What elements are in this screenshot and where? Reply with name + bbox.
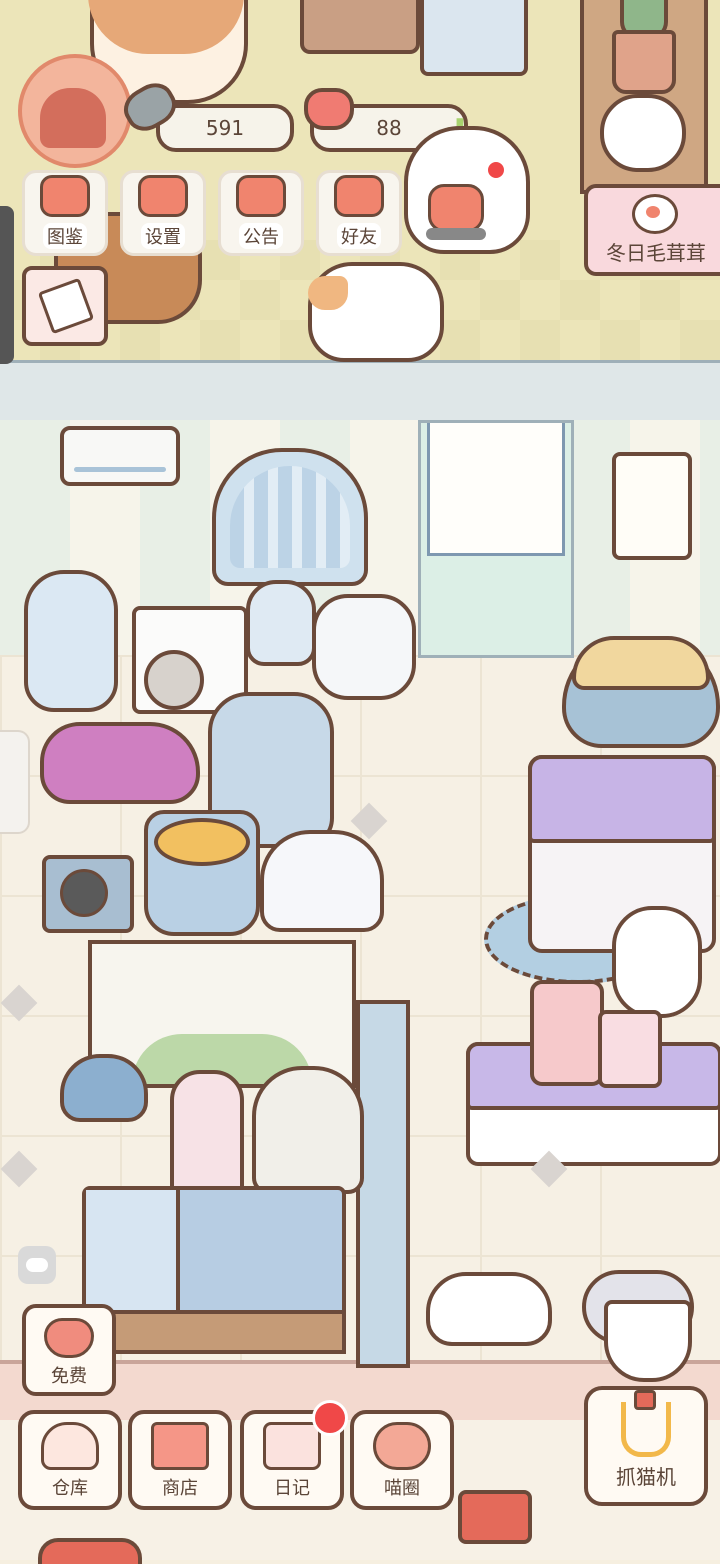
fish-currency-counter: 591 — [156, 104, 294, 152]
white-bear-cat[interactable] — [612, 906, 702, 1018]
flower-frieze — [0, 360, 720, 426]
apple-basket — [38, 1538, 142, 1564]
notification-dot — [486, 160, 506, 180]
robot-lamp[interactable] — [246, 580, 316, 666]
heart-gift-button[interactable] — [414, 170, 494, 250]
friends-button[interactable]: 好友 — [316, 170, 402, 256]
ice-bear-statue[interactable] — [24, 570, 118, 712]
collection-button[interactable]: 图鉴 — [22, 170, 108, 256]
free-reward-button[interactable]: 免费 — [22, 1304, 116, 1396]
heart-currency-value: 88 — [376, 116, 402, 140]
heart-icon — [44, 1318, 94, 1358]
carp-kite — [458, 1490, 532, 1544]
shop-button[interactable]: 商店 — [128, 1410, 232, 1510]
free-label: 免费 — [51, 1366, 87, 1387]
cat-face-icon — [40, 175, 90, 217]
hand-heart-icon — [428, 184, 484, 232]
friends-icon — [334, 175, 384, 217]
elephant-water-dispenser[interactable] — [312, 594, 416, 700]
claw-machine-label: 抓猫机 — [616, 1465, 676, 1489]
sleeping-white-cat[interactable] — [426, 1272, 552, 1346]
settings-label: 设置 — [141, 223, 185, 249]
paw-icon — [632, 194, 678, 234]
edit-room-button[interactable] — [22, 266, 108, 346]
storage-icon — [41, 1422, 99, 1470]
cat-circle-button[interactable]: 喵圈 — [350, 1410, 454, 1510]
panda-figure[interactable] — [600, 94, 686, 172]
player-avatar[interactable] — [18, 54, 132, 168]
blender[interactable] — [530, 980, 604, 1086]
blue-hat-stand[interactable] — [60, 1054, 148, 1122]
shop-label: 商店 — [162, 1478, 198, 1499]
announcement-label: 公告 — [239, 223, 283, 249]
diary-label: 日记 — [274, 1478, 310, 1499]
shell-mirror[interactable] — [212, 448, 368, 586]
gear-icon — [138, 175, 188, 217]
heart-icon — [304, 88, 354, 130]
gift-progress-bar — [426, 228, 486, 240]
side-pull-tab[interactable] — [0, 730, 30, 834]
juice-glass[interactable] — [598, 1010, 662, 1088]
claw-machine-prop — [604, 1300, 692, 1382]
air-conditioner[interactable] — [60, 426, 180, 486]
claw-machine-button[interactable]: 抓猫机 — [584, 1386, 708, 1506]
collection-label: 图鉴 — [43, 223, 87, 249]
gift-icon — [236, 175, 286, 217]
wooden-cabinet[interactable] — [300, 0, 420, 54]
planet-cat-icon — [373, 1422, 431, 1470]
cloud-save-button[interactable] — [18, 1246, 56, 1284]
shop-icon — [151, 1422, 209, 1470]
storage-button[interactable]: 仓库 — [18, 1410, 122, 1510]
hanging-cat-scroll[interactable] — [612, 452, 692, 560]
event-label: 冬日毛茸茸 — [606, 241, 706, 265]
winter-event-banner[interactable]: 冬日毛茸茸 — [584, 184, 720, 276]
door-curtain — [427, 423, 565, 556]
storage-label: 仓库 — [52, 1478, 88, 1499]
calico-cat[interactable] — [308, 262, 444, 362]
settings-button[interactable]: 设置 — [120, 170, 206, 256]
diary-icon — [263, 1422, 321, 1470]
vending-machine[interactable] — [420, 0, 528, 76]
parfait-cup[interactable] — [170, 1070, 244, 1196]
folding-screen-side — [356, 1000, 410, 1368]
announcement-button[interactable]: 公告 — [218, 170, 304, 256]
blue-bed[interactable] — [82, 1186, 346, 1354]
fish-currency-value: 591 — [205, 116, 245, 140]
cloud-icon — [26, 1258, 48, 1272]
side-drawer-handle[interactable] — [0, 206, 14, 364]
whale-lamp[interactable] — [562, 636, 720, 748]
noodle-bowl-table[interactable] — [144, 810, 260, 936]
cat-circle-label: 喵圈 — [384, 1478, 420, 1499]
friends-label: 好友 — [337, 223, 381, 249]
electric-fan[interactable] — [252, 1066, 364, 1194]
record-player[interactable] — [42, 855, 134, 933]
curtained-doorway[interactable] — [418, 420, 574, 658]
diary-notification-dot — [312, 1400, 348, 1436]
claw-icon — [621, 1390, 671, 1457]
yarn-ball[interactable] — [40, 722, 200, 804]
seal-bed[interactable] — [260, 830, 384, 932]
cactus-pot[interactable] — [612, 30, 676, 94]
